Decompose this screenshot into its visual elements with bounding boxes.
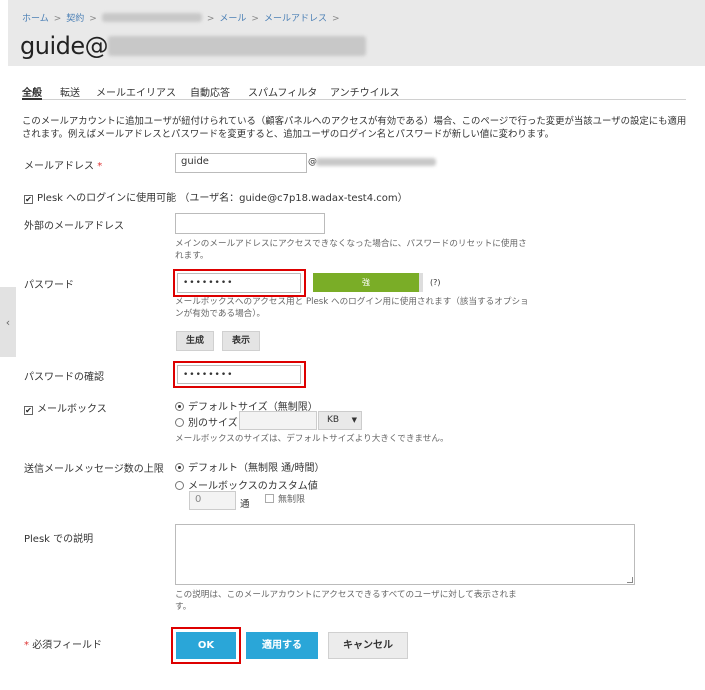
breadcrumb-sep: > — [53, 14, 62, 24]
breadcrumb-contracts[interactable]: 契約 — [66, 14, 84, 24]
breadcrumb-sep: > — [251, 14, 259, 24]
tab-general[interactable]: 全般 — [22, 84, 42, 100]
plesk-login-checkbox[interactable]: ✔ — [24, 195, 33, 204]
mailbox-checkbox[interactable]: ✔ — [24, 406, 33, 415]
generate-button[interactable]: 生成 — [176, 331, 214, 351]
description-label: Plesk での説明 — [24, 534, 94, 545]
sidebar-collapse-handle[interactable]: ‹ — [0, 287, 16, 357]
required-fields-text: 必須フィールド — [32, 640, 102, 651]
outgoing-unit: 通 — [240, 499, 250, 510]
email-domain-redacted — [316, 158, 436, 166]
unlimited-checkbox[interactable] — [265, 494, 274, 503]
outgoing-default-option[interactable]: デフォルト（無制限 通/時間） — [175, 459, 325, 474]
intro-text: このメールアカウントに追加ユーザが紐付けられている（顧客パネルへのアクセスが有効… — [22, 116, 687, 140]
mailbox-custom-text: 別のサイズ — [188, 418, 238, 429]
apply-button[interactable]: 適用する — [246, 632, 318, 659]
mailbox-custom-radio[interactable] — [175, 418, 184, 427]
mailbox-size-input[interactable] — [239, 411, 317, 430]
tab-autoresponder[interactable]: 自動応答 — [190, 84, 230, 99]
page-title-redacted — [108, 36, 367, 56]
password-label: パスワード — [24, 280, 74, 291]
breadcrumb-redacted[interactable] — [101, 13, 202, 22]
email-local-input[interactable]: guide — [175, 153, 307, 173]
required-mark: * — [24, 640, 29, 651]
outgoing-default-text: デフォルト（無制限 通/時間） — [188, 463, 325, 474]
confirm-password-highlight-box — [173, 361, 306, 388]
mailbox-label: メールボックス — [37, 404, 107, 415]
email-label-text: メールアドレス — [24, 161, 94, 172]
external-email-label: 外部のメールアドレス — [24, 221, 124, 232]
breadcrumb-sep: > — [89, 14, 97, 24]
outgoing-default-radio[interactable] — [175, 463, 184, 472]
resize-handle-icon[interactable] — [627, 577, 633, 583]
caret-down-icon: ▼ — [351, 416, 357, 424]
breadcrumb-mail[interactable]: メール — [219, 14, 246, 24]
required-mark: * — [97, 161, 103, 172]
breadcrumb-sep: > — [206, 14, 215, 24]
unlimited-text: 無制限 — [278, 495, 306, 505]
unlimited-option[interactable]: 無制限 — [265, 492, 305, 505]
outgoing-custom-radio[interactable] — [175, 481, 184, 490]
password-highlight-box — [173, 269, 306, 297]
show-button[interactable]: 表示 — [222, 331, 260, 351]
email-label: メールアドレス * — [24, 157, 102, 172]
help-icon[interactable]: (?) — [430, 278, 441, 287]
mailbox-unit-select[interactable]: KB ▼ — [318, 411, 362, 430]
tab-antivirus[interactable]: アンチウイルス — [330, 84, 400, 99]
plesk-login-label: Plesk へのログインに使用可能 （ユーザ名：guide@c7p18.wada… — [37, 193, 408, 204]
breadcrumb-home[interactable]: ホーム — [22, 14, 49, 24]
page-title-text: guide@ — [20, 32, 109, 60]
tab-forwarding[interactable]: 転送 — [60, 84, 80, 99]
outgoing-limit-label: 送信メールメッセージ数の上限 — [24, 464, 164, 475]
mailbox-custom-option[interactable]: 別のサイズ — [175, 414, 238, 429]
outgoing-custom-input[interactable]: 0 — [189, 491, 236, 510]
tab-bar: 全般 転送 メールエイリアス 自動応答 スパムフィルタ アンチウイルス — [22, 84, 686, 100]
external-email-input[interactable] — [175, 213, 325, 234]
breadcrumb: ホーム > 契約 > > メール > メールアドレス > — [22, 11, 345, 24]
mailbox-row[interactable]: ✔ メールボックス — [24, 400, 107, 415]
chevron-left-icon: ‹ — [5, 315, 11, 329]
mailbox-hint: メールボックスのサイズは、デフォルトサイズより大きくできません。 — [175, 434, 449, 444]
outgoing-custom-option[interactable]: メールボックスのカスタム値 — [175, 477, 318, 492]
mailbox-default-radio[interactable] — [175, 402, 184, 411]
password-strength-meter: 強 — [313, 273, 423, 292]
ok-highlight-box — [171, 627, 241, 664]
tab-spam-filter[interactable]: スパムフィルタ — [248, 84, 317, 99]
breadcrumb-mail-address[interactable]: メールアドレス — [264, 14, 327, 24]
tab-mail-aliases[interactable]: メールエイリアス — [96, 84, 176, 99]
confirm-password-label: パスワードの確認 — [24, 372, 104, 383]
breadcrumb-sep: > — [331, 14, 340, 24]
mailbox-unit-value: KB — [327, 415, 340, 425]
page-title: guide@ — [20, 32, 367, 60]
description-hint: この説明は、このメールアカウントにアクセスできるすべてのユーザに対して表示されま… — [175, 590, 517, 612]
required-fields-note: * 必須フィールド — [24, 636, 102, 651]
description-textarea[interactable] — [175, 524, 635, 585]
cancel-button[interactable]: キャンセル — [328, 632, 408, 659]
plesk-login-row[interactable]: ✔ Plesk へのログインに使用可能 （ユーザ名：guide@c7p18.wad… — [24, 189, 408, 204]
password-hint: メールボックスへのアクセス用と Plesk へのログイン用に使用されます（該当す… — [175, 297, 529, 319]
external-email-hint: メインのメールアドレスにアクセスできなくなった場合に、パスワードのリセットに使用… — [175, 239, 527, 261]
